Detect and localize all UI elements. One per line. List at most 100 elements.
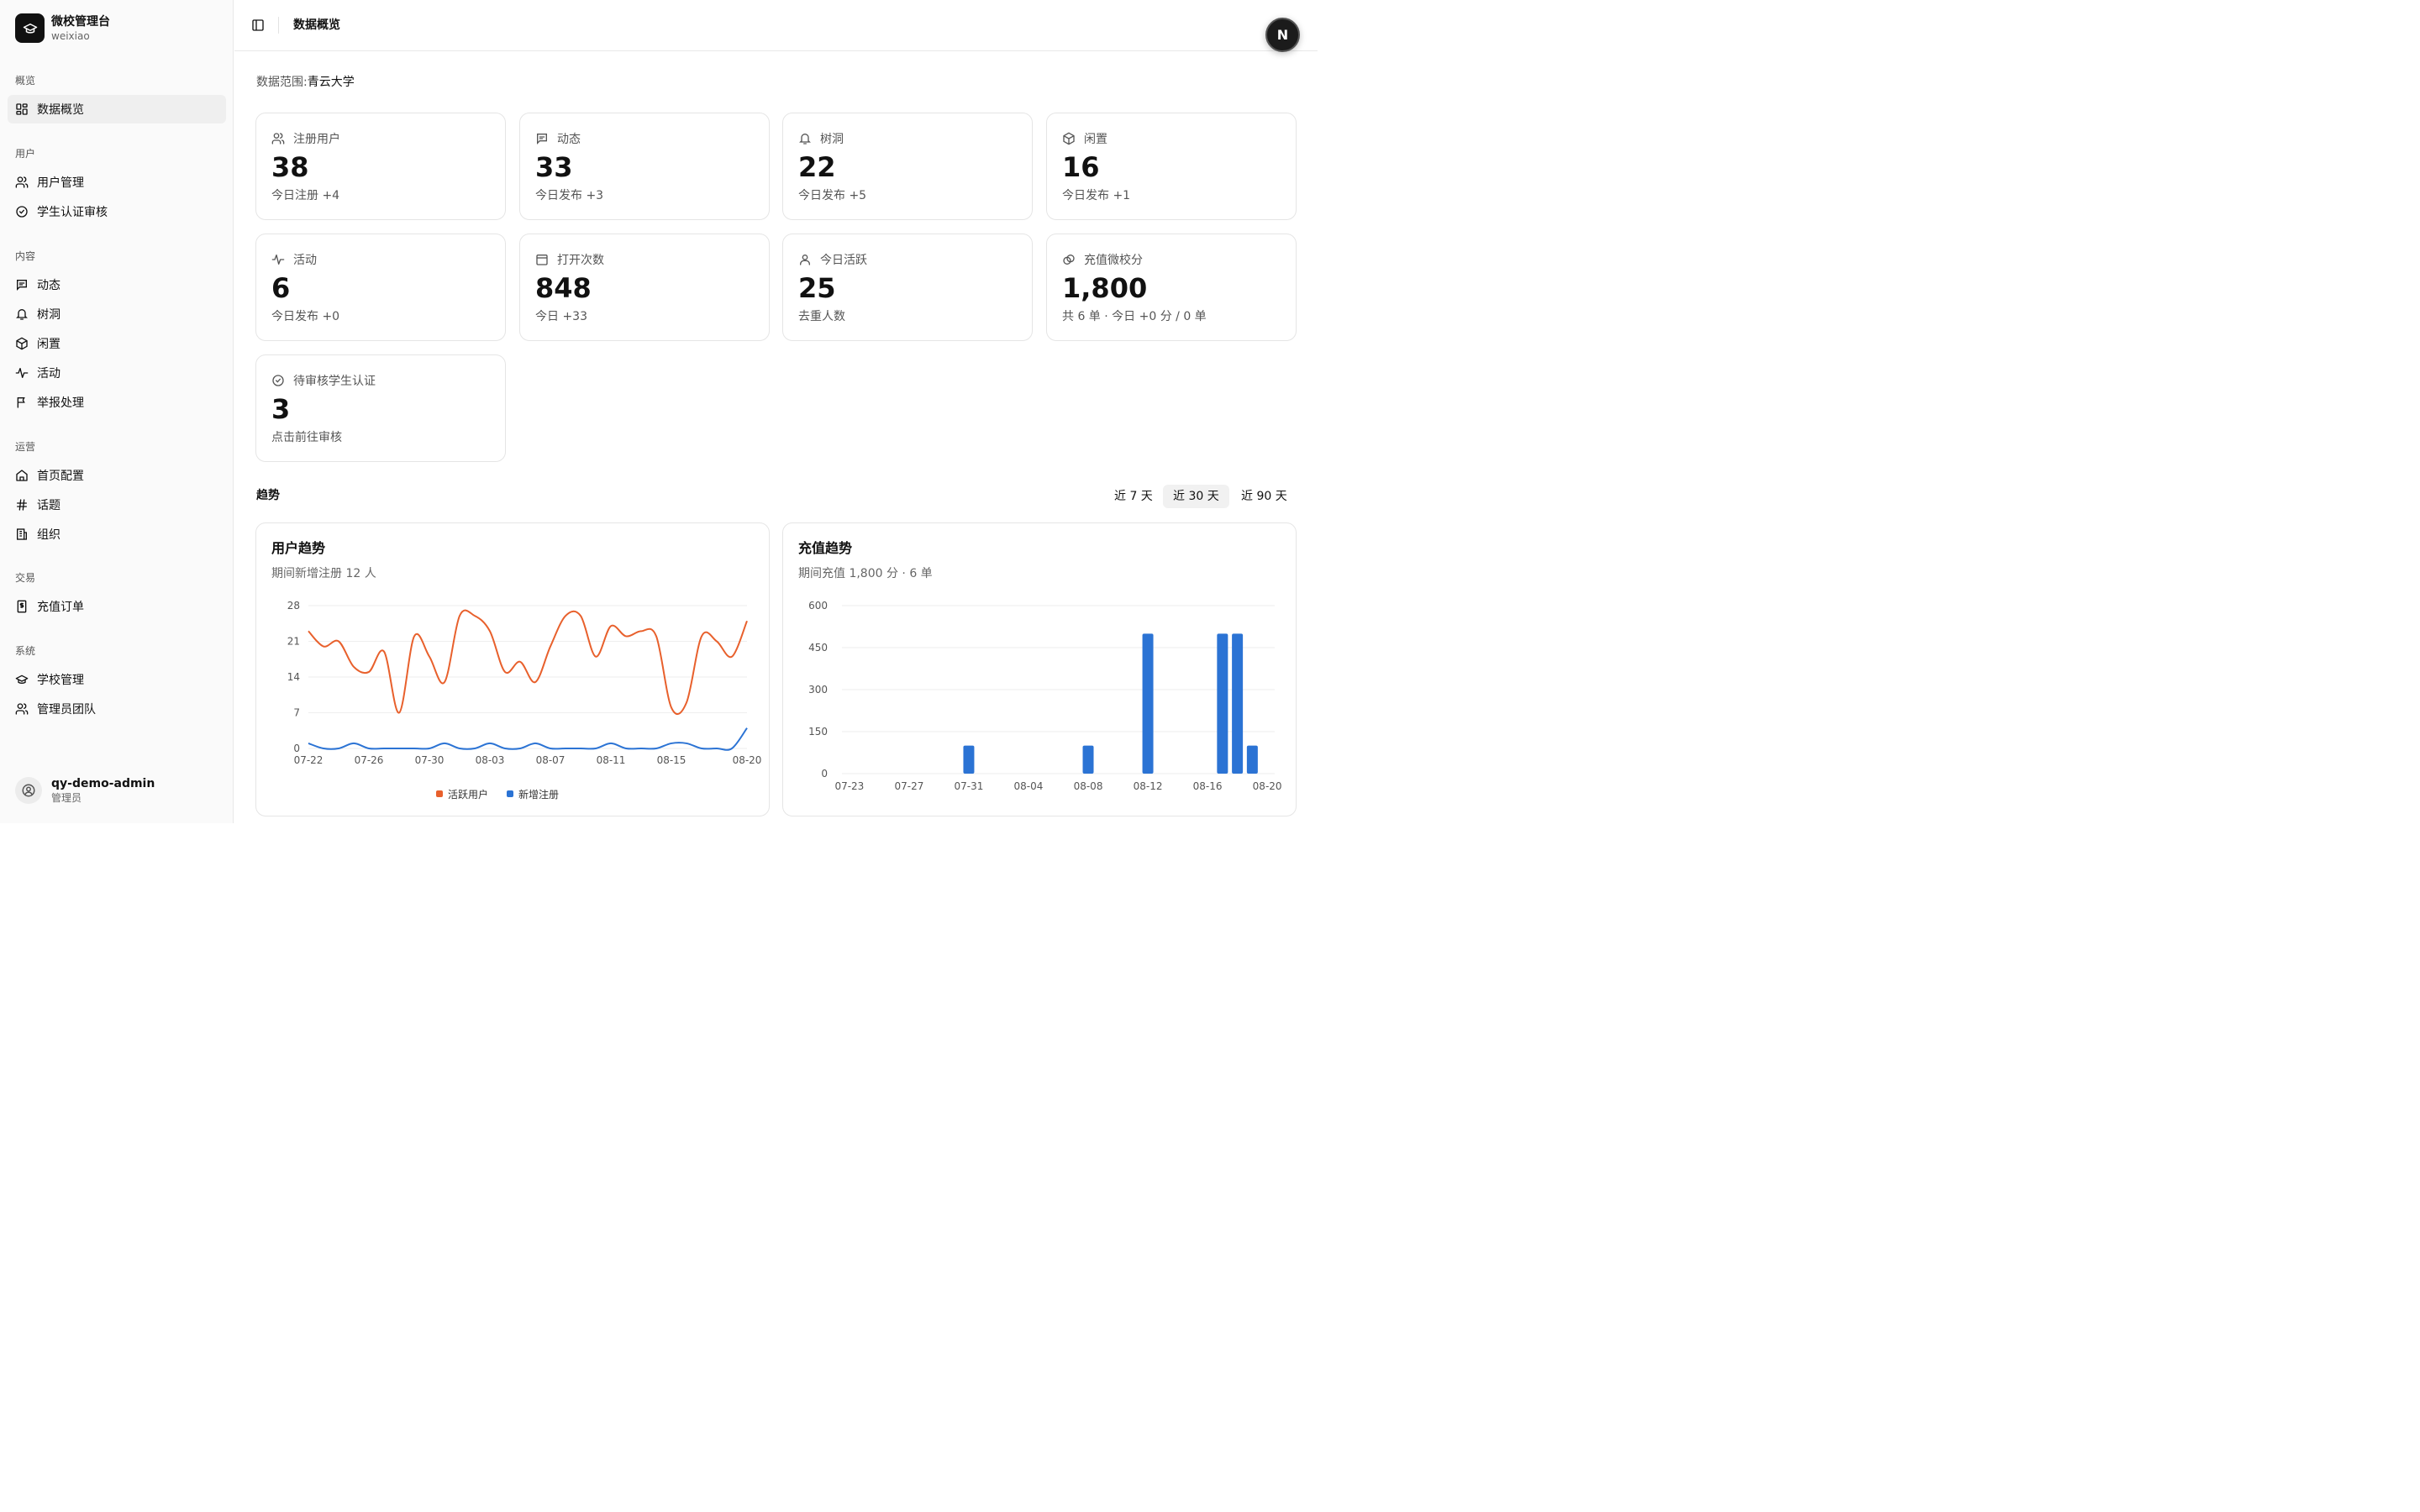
range-90d-button[interactable]: 近 90 天 [1231,485,1297,508]
stat-value: 3 [271,393,291,425]
y-tick-label: 7 [293,707,300,719]
topbar-divider [278,17,279,34]
user-trend-card: 用户趋势 期间新增注册 12 人 0 7 14 21 28 07-22 07-26 07-30… [255,522,770,816]
stat-sub: 今日注册 +4 [271,189,340,202]
legend-label: 新增注册 [518,788,559,801]
y-tick-label: 28 [287,600,300,612]
activity-icon [15,368,29,378]
nav-group-title-users: 用户 [15,148,36,160]
series-line-active-users [308,609,748,716]
data-scope: 数据范围:青云大学 [256,74,355,91]
nav-group-title-trade: 交易 [15,572,36,584]
stat-label: 充值微校分 [1084,254,1143,267]
stat-card-pending-verification[interactable]: 待审核学生认证 3 点击前往审核 [255,354,506,462]
bar [963,745,975,774]
current-user[interactable]: qy-demo-admin 管理员 [15,776,155,805]
bell-icon [799,134,811,144]
sidebar-item-admin-team[interactable]: 管理员团队 [8,695,226,723]
stat-value: 16 [1062,151,1100,183]
check-circle-icon [16,206,28,218]
trend-title: 趋势 [256,489,280,502]
stat-value: 6 [271,272,291,304]
sidebar-item-label: 学校管理 [37,674,84,687]
x-tick-label: 07-22 [294,754,324,766]
x-tick-label: 08-03 [476,754,505,766]
message-icon [17,280,27,291]
sidebar-item-users[interactable]: 用户管理 [8,168,226,197]
brand[interactable]: 微校管理台 weixiao [15,13,110,43]
nav-group-title-system: 系统 [15,645,36,657]
stat-card-treehole[interactable]: 树洞 22 今日发布 +5 [782,113,1033,220]
package-icon [16,337,28,350]
stat-sub: 今日发布 +0 [271,310,340,323]
package-icon [1063,132,1075,145]
sidebar-item-student-verify[interactable]: 学生认证审核 [8,197,226,226]
bar [1246,745,1258,774]
stat-sub: 今日 +33 [535,310,587,323]
sidebar-item-treehole[interactable]: 树洞 [8,300,226,328]
sidebar-item-label: 首页配置 [37,470,84,483]
bar [1142,633,1154,774]
legend-swatch [507,790,513,797]
team-icon [15,703,29,715]
stat-label: 活动 [293,254,317,267]
stat-value: 38 [271,151,309,183]
y-tick-label: 300 [808,684,828,696]
range-30d-button[interactable]: 近 30 天 [1163,485,1229,508]
stat-label: 动态 [557,133,581,146]
y-tick-label: 450 [808,642,828,654]
stat-card-opens[interactable]: 打开次数 848 今日 +33 [519,234,770,341]
stat-label: 今日活跃 [820,254,867,267]
sidebar-item-label: 用户管理 [37,176,84,190]
stat-card-registered-users[interactable]: 注册用户 38 今日注册 +4 [255,113,506,220]
sidebar-item-activities[interactable]: 活动 [8,359,226,387]
nav-group-title-operations: 运营 [15,441,36,453]
flag-icon [17,397,25,408]
sidebar-item-posts[interactable]: 动态 [8,270,226,299]
stat-card-activities[interactable]: 活动 6 今日发布 +0 [255,234,506,341]
stat-card-posts[interactable]: 动态 33 今日发布 +3 [519,113,770,220]
avatar[interactable]: N [1265,18,1300,52]
sidebar-item-label: 举报处理 [37,396,84,410]
range-7d-button[interactable]: 近 7 天 [1104,485,1163,508]
sidebar-item-schools[interactable]: 学校管理 [8,665,226,694]
nav-group-title-overview: 概览 [15,75,36,87]
y-tick-label: 21 [287,636,300,648]
users-icon [15,176,29,188]
y-tick-label: 0 [293,743,300,754]
sidebar-item-label: 闲置 [37,338,60,351]
x-tick-label: 08-07 [536,754,566,766]
sidebar-item-label: 数据概览 [37,103,84,117]
sidebar-item-home-config[interactable]: 首页配置 [8,461,226,490]
x-tick-label: 08-16 [1193,780,1223,792]
sidebar-item-reports[interactable]: 举报处理 [8,388,226,417]
home-icon [16,470,28,481]
dashboard-icon [16,103,28,115]
data-scope-value: 青云大学 [307,76,355,89]
stat-card-recharge-points[interactable]: 充值微校分 1,800 共 6 单 · 今日 +0 分 / 0 单 [1046,234,1297,341]
x-tick-label: 08-20 [1253,780,1282,792]
stat-card-daily-active[interactable]: 今日活跃 25 去重人数 [782,234,1033,341]
stat-sub: 今日发布 +3 [535,189,604,202]
sidebar-item-topics[interactable]: 话题 [8,491,226,519]
x-tick-label: 08-08 [1074,780,1103,792]
coins-icon [1063,255,1075,265]
sidebar-item-organizations[interactable]: 组织 [8,520,226,549]
sidebar-item-secondhand[interactable]: 闲置 [8,329,226,358]
bell-icon [16,309,28,320]
stat-value: 848 [535,272,592,304]
y-tick-label: 600 [808,600,828,612]
sidebar-item-dashboard[interactable]: 数据概览 [8,95,226,123]
recharge-trend-chart: 0 150 300 450 600 07-23 07-27 07-31 08-04 08-08 08… [808,600,1282,792]
user-role: 管理员 [51,792,82,804]
breadcrumb: 数据概览 [293,18,340,32]
stat-value: 25 [798,272,836,304]
x-tick-label: 07-30 [415,754,445,766]
sidebar-toggle-icon[interactable] [251,18,265,32]
x-tick-label: 07-31 [955,780,984,792]
app-subtitle: weixiao [51,29,90,42]
x-tick-label: 07-26 [355,754,384,766]
calendar-icon [536,255,548,265]
stat-card-secondhand[interactable]: 闲置 16 今日发布 +1 [1046,113,1297,220]
sidebar-item-recharge-orders[interactable]: 充值订单 [8,592,226,621]
